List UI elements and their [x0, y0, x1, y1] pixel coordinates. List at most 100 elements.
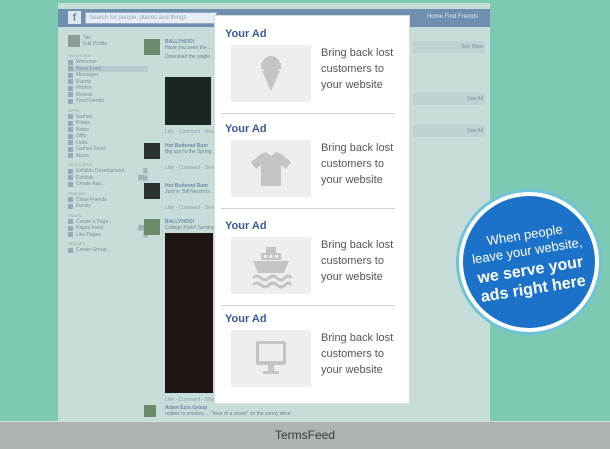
left-sidebar: Tao Edit Profile FAVORITES Welcome News Fe…: [68, 33, 148, 254]
ad-divider: [221, 305, 395, 306]
ad-panel: Your Ad Bring back lost customers to you…: [214, 15, 410, 404]
ad-image[interactable]: [231, 330, 311, 387]
sidebar-section-title: FRIENDS: [68, 190, 86, 196]
edit-profile-link[interactable]: Edit Profile: [83, 41, 107, 47]
post-actions[interactable]: Like · Comment · Share: [165, 129, 218, 135]
post-actions[interactable]: Like · Comment · Share: [165, 165, 218, 171]
sidebar-section-title: DEVELOPER: [68, 162, 93, 167]
post-actions[interactable]: Like · Comment · Share: [165, 205, 218, 211]
sidebar-item-icon: [68, 114, 73, 120]
see-all-link[interactable]: See All: [467, 128, 483, 134]
ad-divider: [221, 113, 395, 114]
sidebar-item-label: Links: [76, 139, 88, 146]
ad-title[interactable]: Your Ad: [225, 123, 267, 135]
post-photo[interactable]: [165, 233, 213, 393]
avatar: [144, 183, 160, 199]
sidebar-item-label: Games Feed: [76, 146, 105, 153]
sidebar-item-label: Music: [76, 152, 90, 159]
ad-text: Bring back lost customers to your websit…: [321, 332, 394, 376]
sidebar-item[interactable]: Music: [68, 153, 148, 160]
avatar: [144, 143, 160, 159]
sidebar-item-label: Events: [76, 78, 92, 85]
sidebar-item-icon: [68, 146, 73, 152]
top-nav-links[interactable]: Home Find Friends: [427, 14, 478, 20]
sidebar-item-label: Pages Feed: [76, 225, 103, 232]
sidebar-item-icon: [68, 203, 73, 209]
search-input[interactable]: Search for people, places and things: [85, 12, 217, 24]
sidebar-item-icon: [68, 66, 73, 72]
sidebar-sections: FAVORITES Welcome News Feed Messages Events P…: [68, 53, 148, 254]
monitor-icon: [256, 341, 286, 374]
sidebar-item-icon: [68, 140, 73, 146]
ad-image[interactable]: [231, 45, 311, 102]
sidebar-item-label: Find Friends: [76, 98, 104, 105]
sidebar-item-label: Messages: [76, 72, 99, 79]
profile-link[interactable]: Tao Edit Profile: [68, 33, 148, 49]
footer-brand: TermsFeed: [274, 428, 336, 442]
sidebar-item-label: Photos: [76, 85, 92, 92]
ad-text: Bring back lost customers to your websit…: [321, 142, 394, 186]
sidebar-item-icon: [68, 85, 73, 91]
sidebar-item[interactable]: Like Pages1: [68, 231, 148, 239]
right-box: See All: [413, 93, 485, 105]
sidebar-item-icon: [68, 232, 73, 238]
sidebar-item-count: 20+: [137, 174, 148, 181]
avatar: [144, 405, 156, 417]
sidebar-section-title: GROUPS: [68, 241, 86, 246]
post-photo[interactable]: [165, 77, 211, 125]
ice-cream-icon: [261, 56, 281, 91]
ad-title[interactable]: Your Ad: [225, 313, 267, 325]
sidebar-item-icon: [68, 175, 73, 181]
sidebar-section-title: APPS: [68, 107, 79, 113]
sidebar-item-icon: [68, 225, 73, 231]
right-column: See More See All See All: [413, 41, 485, 177]
ad-title[interactable]: Your Ad: [225, 220, 267, 232]
ad-title[interactable]: Your Ad: [225, 28, 267, 40]
sidebar-section-title: PAGES: [68, 212, 82, 218]
avatar: [144, 219, 160, 235]
avatar: [144, 39, 160, 55]
sidebar-item[interactable]: Family: [68, 203, 148, 210]
sidebar-item[interactable]: Create App...: [68, 181, 148, 188]
ad-image[interactable]: [231, 140, 311, 197]
sidebar-item-icon: [68, 197, 73, 203]
see-all-link[interactable]: See All: [467, 96, 483, 102]
sidebar-item-label: News Feed: [76, 65, 102, 72]
sidebar-item-label: Browse: [76, 91, 93, 98]
sidebar-item-icon: [68, 219, 73, 225]
sidebar-item-icon: [68, 120, 73, 126]
sidebar-item-icon: [68, 247, 73, 253]
post-text: replies to smokey ... "hour of a clown" …: [165, 411, 291, 417]
post-actions[interactable]: Like · Comment · Share: [165, 397, 218, 403]
sidebar-item-icon: [68, 153, 73, 159]
sidebar-item-label: Exhibits: [76, 174, 94, 181]
sidebar-item-label: Welcome: [76, 59, 97, 66]
ad-text: Bring back lost customers to your websit…: [321, 47, 394, 91]
sidebar-item-icon: [68, 79, 73, 85]
sidebar-item-label: Create Group...: [76, 247, 111, 254]
sidebar-item-icon: [68, 133, 73, 139]
facebook-logo-icon: f: [68, 11, 81, 24]
sidebar-item[interactable]: Create Group...: [68, 247, 148, 254]
sidebar-item-label: Close Friends: [76, 196, 107, 203]
right-box: See All: [413, 125, 485, 137]
sidebar-item-icon: [68, 59, 73, 65]
sidebar-item-icon: [68, 181, 73, 187]
sidebar-item-label: Games: [76, 113, 93, 120]
sidebar-item-icon: [68, 127, 73, 133]
sidebar-item-count: 1: [143, 168, 148, 175]
sidebar-item-icon: [68, 72, 73, 78]
sidebar-item-label: Create a Page...: [76, 218, 113, 225]
ad-image[interactable]: [231, 237, 311, 294]
sidebar-section-title: FAVORITES: [68, 53, 91, 58]
sidebar-item-icon: [68, 92, 73, 98]
sidebar-item-icon: [68, 168, 73, 174]
ad-text: Bring back lost customers to your websit…: [321, 239, 394, 283]
right-box: See More: [413, 41, 485, 53]
tshirt-icon: [251, 152, 291, 186]
sidebar-item-label: Pokes: [76, 120, 90, 127]
avatar: [68, 35, 80, 47]
sidebar-item-label: Gifts: [76, 133, 87, 140]
see-more-link[interactable]: See More: [461, 44, 483, 50]
sidebar-item[interactable]: Find Friends: [68, 98, 148, 105]
